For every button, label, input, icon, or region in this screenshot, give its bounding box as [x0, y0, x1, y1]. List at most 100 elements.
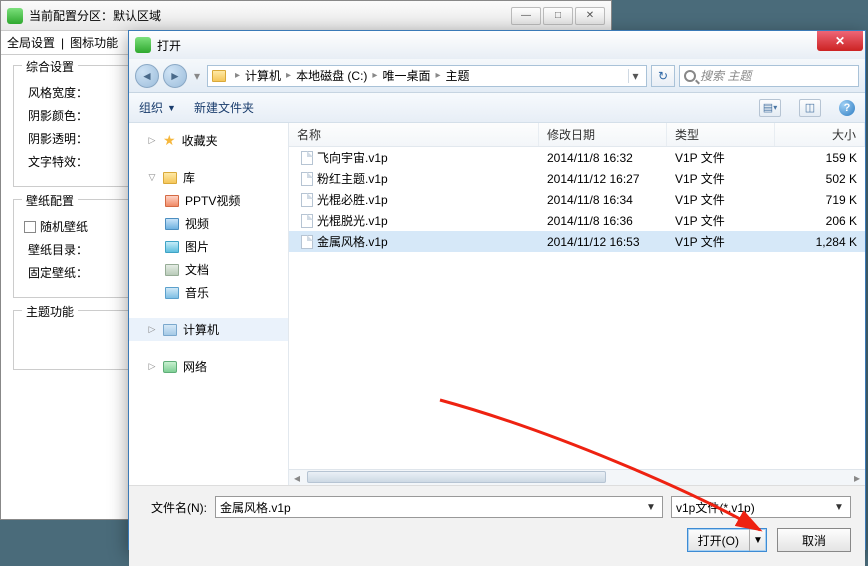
file-row[interactable]: 光棍脱光.v1p2014/11/8 16:36V1P 文件206 K — [289, 210, 865, 231]
file-type: V1P 文件 — [667, 212, 775, 229]
search-input[interactable]: 搜索 主题 — [679, 65, 859, 87]
label-wallpaper-dir: 壁纸目录： — [24, 241, 88, 258]
filename-value: 金属风格.v1p — [220, 499, 644, 516]
address-bar: ◄ ► ▾ ▸ 计算机▸ 本地磁盘 (C:)▸ 唯一桌面▸ 主题 ▾ ↻ 搜索 … — [129, 59, 865, 93]
scroll-left-icon[interactable]: ◂ — [289, 471, 305, 485]
label-width: 风格宽度： — [24, 84, 88, 101]
tab-icons[interactable]: 图标功能 — [70, 34, 118, 51]
video-icon — [165, 218, 179, 230]
sidebar-item[interactable]: 音乐 — [129, 281, 288, 304]
scroll-right-icon[interactable]: ▸ — [849, 471, 865, 485]
file-row[interactable]: 飞向宇宙.v1p 2014/11/8 16:32V1P 文件159 K — [289, 147, 865, 168]
sidebar-computer[interactable]: ▷计算机 — [129, 318, 288, 341]
scrollbar-thumb[interactable] — [307, 471, 606, 483]
nav-history-dropdown[interactable]: ▾ — [191, 64, 203, 88]
file-list-pane: 名称 修改日期 类型 大小 飞向宇宙.v1p2014/11/8 16:32V1P… — [289, 123, 865, 485]
sidebar-favorites[interactable]: ▷★收藏夹 — [129, 129, 288, 152]
breadcrumb[interactable]: ▸ 计算机▸ 本地磁盘 (C:)▸ 唯一桌面▸ 主题 ▾ — [207, 65, 647, 87]
library-icon — [163, 172, 177, 184]
sidebar-network[interactable]: ▷网络 — [129, 355, 288, 378]
file-date: 2014/11/12 16:53 — [539, 235, 667, 249]
file-name: 粉红主题.v1p — [317, 170, 388, 187]
group-general-legend: 综合设置 — [22, 58, 78, 75]
open-button[interactable]: 打开(O) ▼ — [687, 528, 767, 552]
column-date[interactable]: 修改日期 — [539, 123, 667, 146]
path-dropdown[interactable]: ▾ — [628, 69, 642, 83]
sidebar-item[interactable]: 图片 — [129, 235, 288, 258]
breadcrumb-seg[interactable]: 计算机 — [245, 67, 281, 84]
video-icon — [165, 195, 179, 207]
dialog-footer: 文件名(N): 金属风格.v1p ▼ v1p文件(*.v1p) ▼ 打开(O) … — [129, 485, 865, 566]
dialog-close-button[interactable]: ✕ — [817, 31, 863, 51]
file-size: 1,284 K — [775, 235, 865, 249]
file-type: V1P 文件 — [667, 233, 775, 250]
column-name[interactable]: 名称 — [289, 123, 539, 146]
sidebar-item[interactable]: PPTV视频 — [129, 189, 288, 212]
chevron-down-icon[interactable]: ▼ — [644, 502, 658, 513]
sidebar-libraries[interactable]: ▽库 — [129, 166, 288, 189]
maximize-button[interactable]: □ — [543, 7, 573, 25]
view-mode-button[interactable]: ▤ ▾ — [759, 99, 781, 117]
file-size: 502 K — [775, 172, 865, 186]
file-size: 206 K — [775, 214, 865, 228]
file-name: 光棍脱光.v1p — [317, 212, 388, 229]
search-icon — [684, 70, 696, 82]
app-icon — [7, 8, 23, 24]
tab-global[interactable]: 全局设置 — [7, 34, 55, 51]
close-button[interactable]: ✕ — [575, 7, 605, 25]
nav-back-button[interactable]: ◄ — [135, 64, 159, 88]
preview-pane-button[interactable]: ◫ — [799, 99, 821, 117]
label-fixed-wallpaper: 固定壁纸： — [24, 264, 88, 281]
search-placeholder: 搜索 主题 — [700, 67, 751, 84]
file-size: 159 K — [775, 151, 865, 165]
refresh-button[interactable]: ↻ — [651, 65, 675, 87]
chevron-down-icon[interactable]: ▼ — [750, 535, 766, 546]
file-icon — [301, 235, 313, 249]
file-name: 金属风格.v1p — [317, 233, 388, 250]
settings-titlebar[interactable]: 当前配置分区：默认区域 — □ ✕ — [1, 1, 611, 31]
music-icon — [165, 287, 179, 299]
file-date: 2014/11/8 16:34 — [539, 193, 667, 207]
file-type-filter[interactable]: v1p文件(*.v1p) ▼ — [671, 496, 851, 518]
breadcrumb-seg[interactable]: 主题 — [445, 67, 469, 84]
label-text-effect: 文字特效： — [24, 153, 88, 170]
file-name: 飞向宇宙.v1p — [317, 149, 388, 166]
horizontal-scrollbar[interactable]: ◂ ▸ — [289, 469, 865, 485]
file-icon — [301, 193, 313, 207]
dialog-title: 打开 — [157, 37, 817, 54]
nav-forward-button[interactable]: ► — [163, 64, 187, 88]
open-file-dialog: 打开 ✕ ◄ ► ▾ ▸ 计算机▸ 本地磁盘 (C:)▸ 唯一桌面▸ 主题 ▾ … — [128, 30, 866, 550]
random-wallpaper-checkbox[interactable] — [24, 221, 36, 233]
dialog-titlebar[interactable]: 打开 ✕ — [129, 31, 865, 59]
help-button[interactable]: ? — [839, 100, 855, 116]
breadcrumb-seg[interactable]: 唯一桌面 — [382, 67, 430, 84]
file-type: V1P 文件 — [667, 191, 775, 208]
filename-input[interactable]: 金属风格.v1p ▼ — [215, 496, 663, 518]
column-type[interactable]: 类型 — [667, 123, 775, 146]
column-size[interactable]: 大小 — [775, 123, 865, 146]
file-type: V1P 文件 — [667, 149, 775, 166]
cancel-button[interactable]: 取消 — [777, 528, 851, 552]
pictures-icon — [165, 241, 179, 253]
file-row[interactable]: 粉红主题.v1p2014/11/12 16:27V1P 文件502 K — [289, 168, 865, 189]
file-icon — [301, 214, 313, 228]
file-size: 719 K — [775, 193, 865, 207]
filename-label: 文件名(N): — [143, 499, 207, 516]
file-row[interactable]: 金属风格.v1p 2014/11/12 16:53V1P 文件1,284 K — [289, 231, 865, 252]
sidebar-item[interactable]: 视频 — [129, 212, 288, 235]
column-headers: 名称 修改日期 类型 大小 — [289, 123, 865, 147]
network-icon — [163, 361, 177, 373]
organize-button[interactable]: 组织 ▼ — [139, 99, 176, 116]
file-name: 光棍必胜.v1p — [317, 191, 388, 208]
documents-icon — [165, 264, 179, 276]
sidebar-item[interactable]: 文档 — [129, 258, 288, 281]
file-icon — [301, 172, 313, 186]
new-folder-button[interactable]: 新建文件夹 — [194, 99, 254, 116]
chevron-down-icon[interactable]: ▼ — [832, 502, 846, 513]
file-date: 2014/11/8 16:32 — [539, 151, 667, 165]
file-row[interactable]: 光棍必胜.v1p 2014/11/8 16:34V1P 文件719 K — [289, 189, 865, 210]
minimize-button[interactable]: — — [511, 7, 541, 25]
breadcrumb-seg[interactable]: 本地磁盘 (C:) — [296, 67, 367, 84]
file-icon — [301, 151, 313, 165]
computer-icon — [163, 324, 177, 336]
